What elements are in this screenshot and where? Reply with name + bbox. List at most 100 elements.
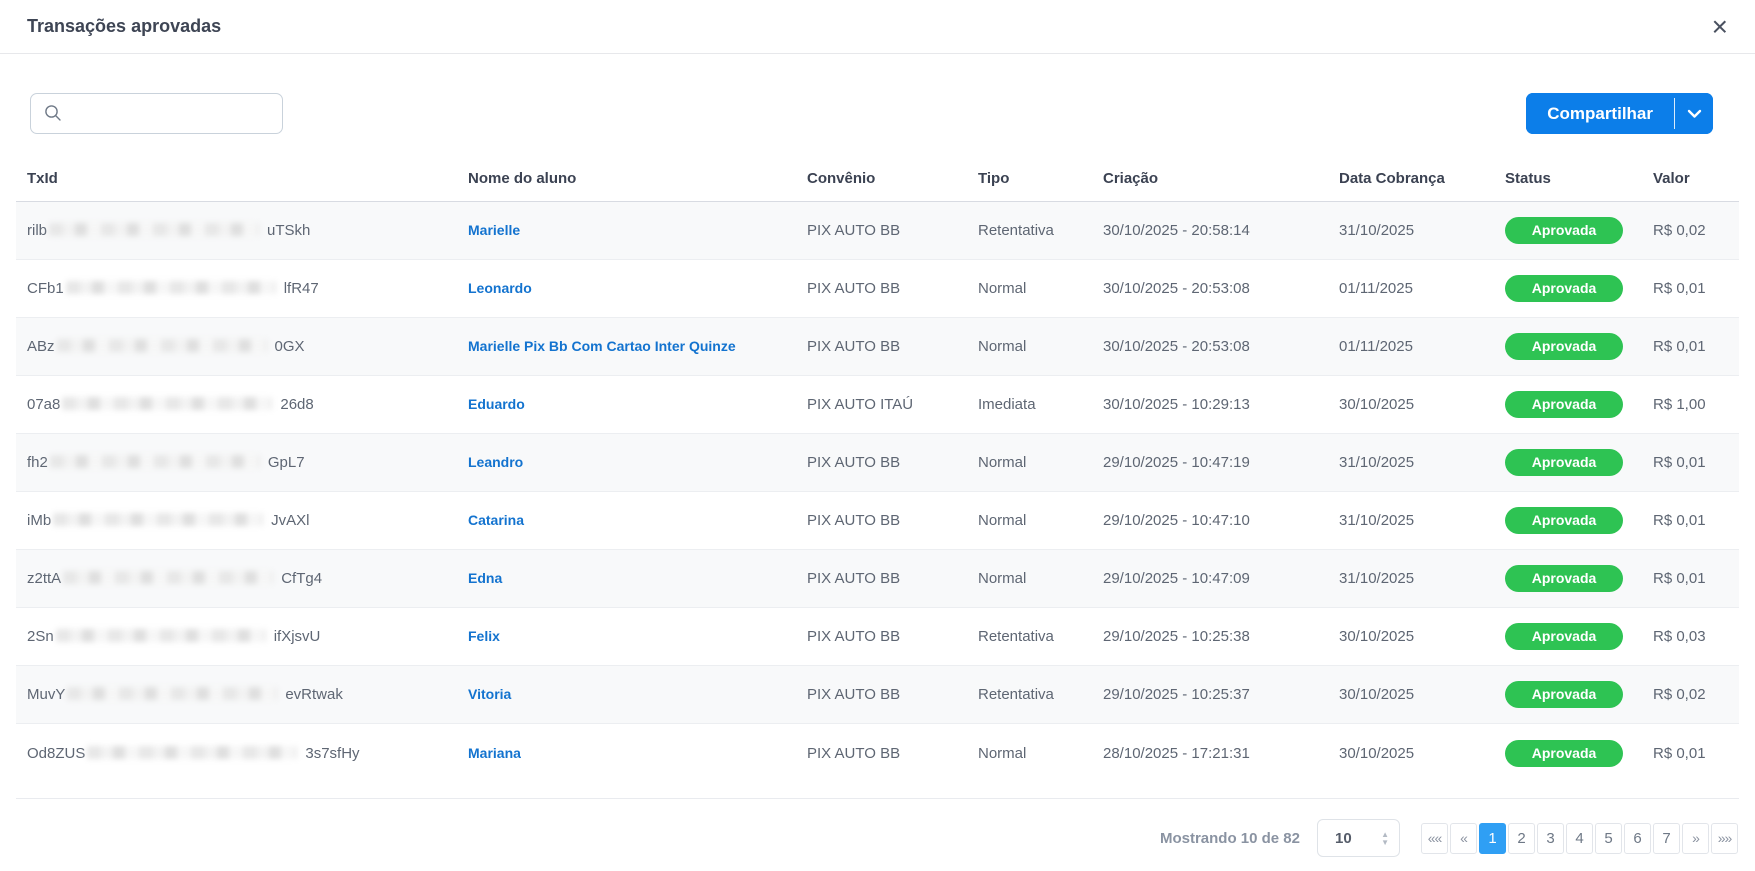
status-cell: Aprovada	[1505, 565, 1653, 592]
tipo-cell: Retentativa	[978, 686, 1103, 703]
tipo-cell: Retentativa	[978, 222, 1103, 239]
prev-page-icon[interactable]: «	[1450, 823, 1477, 854]
table-row: z2ttACfTg4 Edna PIX AUTO BB Normal 29/10…	[16, 550, 1739, 608]
status-badge: Aprovada	[1505, 217, 1623, 244]
student-link[interactable]: Vitoria	[468, 686, 511, 702]
convenio-cell: PIX AUTO BB	[807, 628, 978, 645]
toolbar: Compartilhar	[30, 93, 1713, 134]
column-header-data-cobranca: Data Cobrança	[1339, 170, 1505, 187]
page-button[interactable]: 7	[1653, 823, 1680, 854]
student-link[interactable]: Felix	[468, 628, 500, 644]
valor-cell: R$ 0,01	[1653, 280, 1728, 297]
pager: «« « 1 2 3 4 5 6 7 » »»	[1421, 823, 1738, 854]
next-page-icon[interactable]: »	[1682, 823, 1709, 854]
page-button[interactable]: 4	[1566, 823, 1593, 854]
student-cell: Eduardo	[468, 396, 807, 413]
student-link[interactable]: Edna	[468, 570, 502, 586]
student-cell: Vitoria	[468, 686, 807, 703]
valor-cell: R$ 0,01	[1653, 745, 1728, 762]
spinner-arrows-icon[interactable]: ▲ ▼	[1381, 831, 1389, 846]
spin-down-icon[interactable]: ▼	[1381, 839, 1389, 846]
status-badge: Aprovada	[1505, 681, 1623, 708]
column-header-tipo: Tipo	[978, 170, 1103, 187]
data-cobranca-cell: 01/11/2025	[1339, 338, 1505, 355]
share-split-button: Compartilhar	[1526, 93, 1713, 134]
criacao-cell: 29/10/2025 - 10:47:19	[1103, 454, 1339, 471]
share-button[interactable]: Compartilhar	[1526, 93, 1674, 134]
table-body: rilbuTSkh Marielle PIX AUTO BB Retentati…	[16, 202, 1739, 799]
status-badge: Aprovada	[1505, 740, 1623, 767]
valor-cell: R$ 0,02	[1653, 686, 1728, 703]
page-title: Transações aprovadas	[27, 16, 221, 37]
tipo-cell: Normal	[978, 338, 1103, 355]
valor-cell: R$ 0,01	[1653, 338, 1728, 355]
redacted-txid-blur	[57, 339, 267, 352]
table-header-row: TxId Nome do aluno Convênio Tipo Criação…	[16, 164, 1739, 202]
table-row: 07a826d8 Eduardo PIX AUTO ITAÚ Imediata …	[16, 376, 1739, 434]
student-link[interactable]: Leandro	[468, 454, 523, 470]
valor-cell: R$ 0,01	[1653, 512, 1728, 529]
page-button[interactable]: 5	[1595, 823, 1622, 854]
student-cell: Leonardo	[468, 280, 807, 297]
table-row: 2SnifXjsvU Felix PIX AUTO BB Retentativa…	[16, 608, 1739, 666]
status-cell: Aprovada	[1505, 681, 1653, 708]
column-header-nome-do-aluno: Nome do aluno	[468, 170, 807, 187]
column-header-valor: Valor	[1653, 170, 1728, 187]
student-cell: Leandro	[468, 454, 807, 471]
txid-cell: ABz0GX	[27, 338, 468, 355]
convenio-cell: PIX AUTO BB	[807, 338, 978, 355]
page-button[interactable]: 6	[1624, 823, 1651, 854]
tipo-cell: Normal	[978, 454, 1103, 471]
tipo-cell: Imediata	[978, 396, 1103, 413]
redacted-txid-blur	[56, 629, 266, 642]
spin-up-icon[interactable]: ▲	[1381, 831, 1389, 838]
student-link[interactable]: Leonardo	[468, 280, 532, 296]
status-cell: Aprovada	[1505, 391, 1653, 418]
status-cell: Aprovada	[1505, 275, 1653, 302]
status-cell: Aprovada	[1505, 507, 1653, 534]
status-badge: Aprovada	[1505, 333, 1623, 360]
redacted-txid-blur	[53, 513, 263, 526]
student-link[interactable]: Mariana	[468, 745, 521, 761]
first-page-icon[interactable]: ««	[1421, 823, 1448, 854]
data-cobranca-cell: 30/10/2025	[1339, 628, 1505, 645]
redacted-txid-blur	[67, 687, 277, 700]
table-row: Od8ZUS3s7sfHy Mariana PIX AUTO BB Normal…	[16, 724, 1739, 782]
status-cell: Aprovada	[1505, 740, 1653, 767]
page-button[interactable]: 1	[1479, 823, 1506, 854]
status-badge: Aprovada	[1505, 275, 1623, 302]
transactions-table: TxId Nome do aluno Convênio Tipo Criação…	[16, 164, 1739, 799]
table-row: iMbJvAXl Catarina PIX AUTO BB Normal 29/…	[16, 492, 1739, 550]
page-size-selector[interactable]: 10 ▲ ▼	[1317, 819, 1400, 857]
student-link[interactable]: Catarina	[468, 512, 524, 528]
status-badge: Aprovada	[1505, 391, 1623, 418]
tipo-cell: Normal	[978, 280, 1103, 297]
page-button[interactable]: 2	[1508, 823, 1535, 854]
status-cell: Aprovada	[1505, 333, 1653, 360]
status-cell: Aprovada	[1505, 449, 1653, 476]
redacted-txid-blur	[63, 571, 273, 584]
column-header-criacao: Criação	[1103, 170, 1339, 187]
data-cobranca-cell: 31/10/2025	[1339, 222, 1505, 239]
redacted-txid-blur	[66, 281, 276, 294]
redacted-txid-blur	[49, 223, 259, 236]
chevron-down-icon[interactable]	[1675, 93, 1713, 134]
status-badge: Aprovada	[1505, 507, 1623, 534]
page-button[interactable]: 3	[1537, 823, 1564, 854]
student-link[interactable]: Marielle Pix Bb Com Cartao Inter Quinze	[468, 338, 736, 354]
close-icon[interactable]: ×	[1712, 17, 1728, 37]
valor-cell: R$ 0,03	[1653, 628, 1728, 645]
student-cell: Edna	[468, 570, 807, 587]
criacao-cell: 30/10/2025 - 20:53:08	[1103, 280, 1339, 297]
student-link[interactable]: Eduardo	[468, 396, 525, 412]
convenio-cell: PIX AUTO ITAÚ	[807, 396, 978, 413]
redacted-txid-blur	[50, 455, 260, 468]
search-input[interactable]	[30, 93, 283, 134]
last-page-icon[interactable]: »»	[1711, 823, 1738, 854]
criacao-cell: 30/10/2025 - 20:58:14	[1103, 222, 1339, 239]
convenio-cell: PIX AUTO BB	[807, 686, 978, 703]
student-link[interactable]: Marielle	[468, 222, 520, 238]
criacao-cell: 28/10/2025 - 17:21:31	[1103, 745, 1339, 762]
criacao-cell: 29/10/2025 - 10:25:37	[1103, 686, 1339, 703]
tipo-cell: Retentativa	[978, 628, 1103, 645]
